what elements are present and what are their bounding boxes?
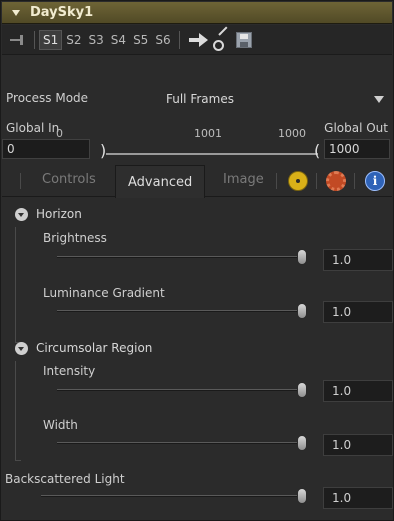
- version-slot-s4[interactable]: S4: [108, 31, 129, 49]
- luminance-gradient-slider-thumb[interactable]: [297, 303, 307, 319]
- horizon-section-title: Horizon: [36, 207, 82, 221]
- range-end-handle[interactable]: (: [314, 141, 320, 160]
- range-tick-mid: 1001: [194, 127, 222, 140]
- key-icon[interactable]: [210, 30, 232, 51]
- tab-divider: [316, 173, 317, 189]
- tab-divider: [20, 173, 21, 189]
- width-slider-track[interactable]: [57, 442, 301, 444]
- tab-controls[interactable]: Controls: [42, 172, 96, 187]
- process-mode-value: Full Frames: [166, 92, 234, 106]
- intensity-label: Intensity: [43, 364, 96, 378]
- process-mode-row: Process Mode Full Frames: [2, 86, 392, 112]
- brightness-label: Brightness: [43, 231, 107, 245]
- collapse-triangle-icon[interactable]: [12, 9, 20, 16]
- intensity-value-field[interactable]: 1.0: [323, 380, 393, 402]
- version-slot-s1[interactable]: S1: [39, 29, 63, 50]
- tab-bar: Controls Advanced Image i: [2, 165, 392, 198]
- arrow-right-icon[interactable]: [188, 32, 210, 48]
- width-slider-thumb[interactable]: [297, 435, 307, 451]
- global-in-field[interactable]: 0: [2, 139, 90, 159]
- backscattered-light-slider-track[interactable]: [41, 495, 301, 497]
- section-guide-line: [15, 361, 21, 461]
- radioactive-icon[interactable]: [288, 171, 308, 191]
- circumsolar-section-header[interactable]: Circumsolar Region: [15, 339, 152, 357]
- global-out-label: Global Out: [324, 121, 388, 135]
- save-icon[interactable]: [235, 31, 252, 48]
- horizon-section-header[interactable]: Horizon: [15, 205, 82, 223]
- global-out-field[interactable]: 1000: [324, 139, 390, 159]
- toolbar-divider: [34, 30, 35, 49]
- brightness-slider-track[interactable]: [57, 256, 301, 258]
- backscattered-light-value-field[interactable]: 1.0: [323, 487, 393, 509]
- brightness-value-field[interactable]: 1.0: [323, 249, 393, 271]
- version-slot-s5[interactable]: S5: [130, 31, 151, 49]
- luminance-gradient-label: Luminance Gradient: [43, 286, 165, 300]
- gear-icon[interactable]: [326, 171, 346, 191]
- version-slot-s6[interactable]: S6: [152, 31, 173, 49]
- range-start-handle[interactable]: ): [100, 141, 106, 160]
- width-value-field[interactable]: 1.0: [323, 434, 393, 456]
- tab-divider: [276, 173, 277, 189]
- pin-icon[interactable]: [8, 30, 30, 50]
- section-guide-line: [15, 227, 21, 343]
- collapse-icon[interactable]: [15, 341, 28, 355]
- tool-title: DaySky1: [30, 5, 94, 20]
- range-tick-end: 1000: [278, 127, 306, 140]
- chevron-down-icon[interactable]: [374, 96, 384, 103]
- global-in-label: Global In: [6, 121, 60, 135]
- version-slot-s3[interactable]: S3: [86, 31, 107, 49]
- tab-image[interactable]: Image: [223, 172, 264, 187]
- luminance-gradient-value-field[interactable]: 1.0: [323, 301, 393, 323]
- collapse-icon[interactable]: [15, 207, 28, 221]
- intensity-slider-thumb[interactable]: [297, 382, 307, 398]
- backscattered-light-label: Backscattered Light: [5, 472, 125, 486]
- tab-divider: [354, 173, 355, 189]
- global-range: Global In Global Out 0 1001 1000 0 1000 …: [2, 119, 392, 165]
- intensity-slider-track[interactable]: [57, 389, 301, 391]
- luminance-gradient-slider-track[interactable]: [57, 310, 301, 312]
- brightness-slider-thumb[interactable]: [297, 249, 307, 265]
- version-slot-s2[interactable]: S2: [63, 31, 84, 49]
- version-toolbar: S1 S2 S3 S4 S5 S6: [2, 25, 392, 55]
- process-mode-label: Process Mode: [6, 91, 89, 105]
- circumsolar-section-title: Circumsolar Region: [36, 341, 153, 355]
- tool-title-bar[interactable]: DaySky1: [2, 2, 392, 24]
- range-track[interactable]: [106, 153, 318, 155]
- tool-panel: DaySky1 S1 S2 S3 S4 S5 S6 Process Mode F…: [0, 0, 394, 521]
- tab-advanced[interactable]: Advanced: [115, 165, 206, 198]
- process-mode-select[interactable]: Full Frames: [162, 89, 390, 109]
- toolbar-divider: [178, 30, 180, 49]
- backscattered-light-slider-thumb[interactable]: [297, 488, 307, 504]
- info-icon[interactable]: i: [365, 171, 385, 191]
- width-label: Width: [43, 418, 78, 432]
